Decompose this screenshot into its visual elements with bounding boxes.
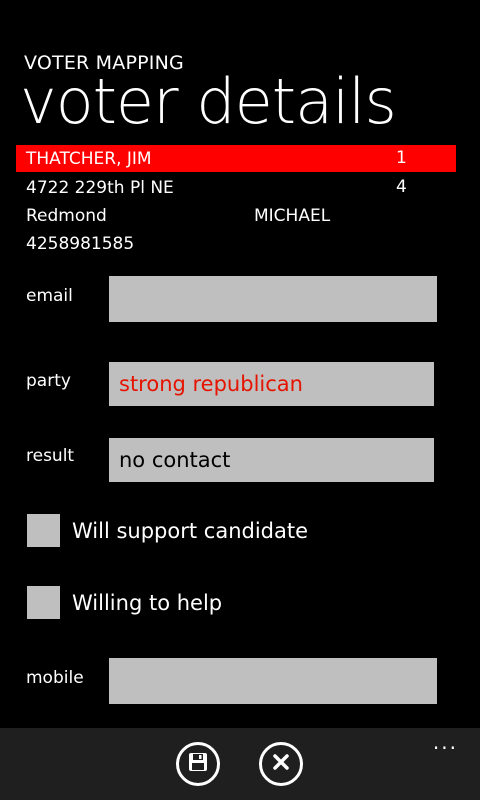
- voter-number-1: 1: [396, 148, 407, 168]
- mobile-label: mobile: [26, 668, 84, 688]
- voter-secondary-name: MICHAEL: [254, 206, 331, 226]
- mobile-field[interactable]: [109, 658, 437, 704]
- save-button[interactable]: [176, 742, 220, 786]
- support-checkbox-label: Will support candidate: [72, 518, 309, 543]
- email-label: email: [26, 286, 73, 306]
- support-checkbox-row[interactable]: Will support candidate: [27, 514, 308, 547]
- page-title: voter details: [20, 65, 397, 138]
- close-icon: [271, 752, 291, 776]
- result-select[interactable]: no contact: [109, 438, 434, 482]
- support-checkbox[interactable]: [27, 514, 60, 547]
- more-options-icon[interactable]: ...: [433, 730, 458, 754]
- voter-header-row[interactable]: THATCHER, JIM 1: [16, 145, 456, 172]
- result-label: result: [26, 446, 75, 466]
- app-bar: ...: [0, 728, 480, 800]
- voter-number-2: 4: [396, 177, 407, 197]
- voter-city: Redmond: [26, 206, 107, 226]
- app-window: VOTER MAPPING voter details THATCHER, JI…: [0, 0, 480, 800]
- help-checkbox[interactable]: [27, 586, 60, 619]
- party-select[interactable]: strong republican: [109, 362, 434, 406]
- voter-phone: 4258981585: [26, 234, 135, 254]
- party-label: party: [26, 371, 71, 391]
- voter-address: 4722 229th Pl NE: [26, 178, 174, 198]
- save-icon: [187, 751, 209, 777]
- help-checkbox-label: Willing to help: [72, 590, 223, 615]
- cancel-button[interactable]: [259, 742, 303, 786]
- voter-name: THATCHER, JIM: [26, 149, 152, 169]
- email-field[interactable]: [109, 276, 437, 322]
- help-checkbox-row[interactable]: Willing to help: [27, 586, 222, 619]
